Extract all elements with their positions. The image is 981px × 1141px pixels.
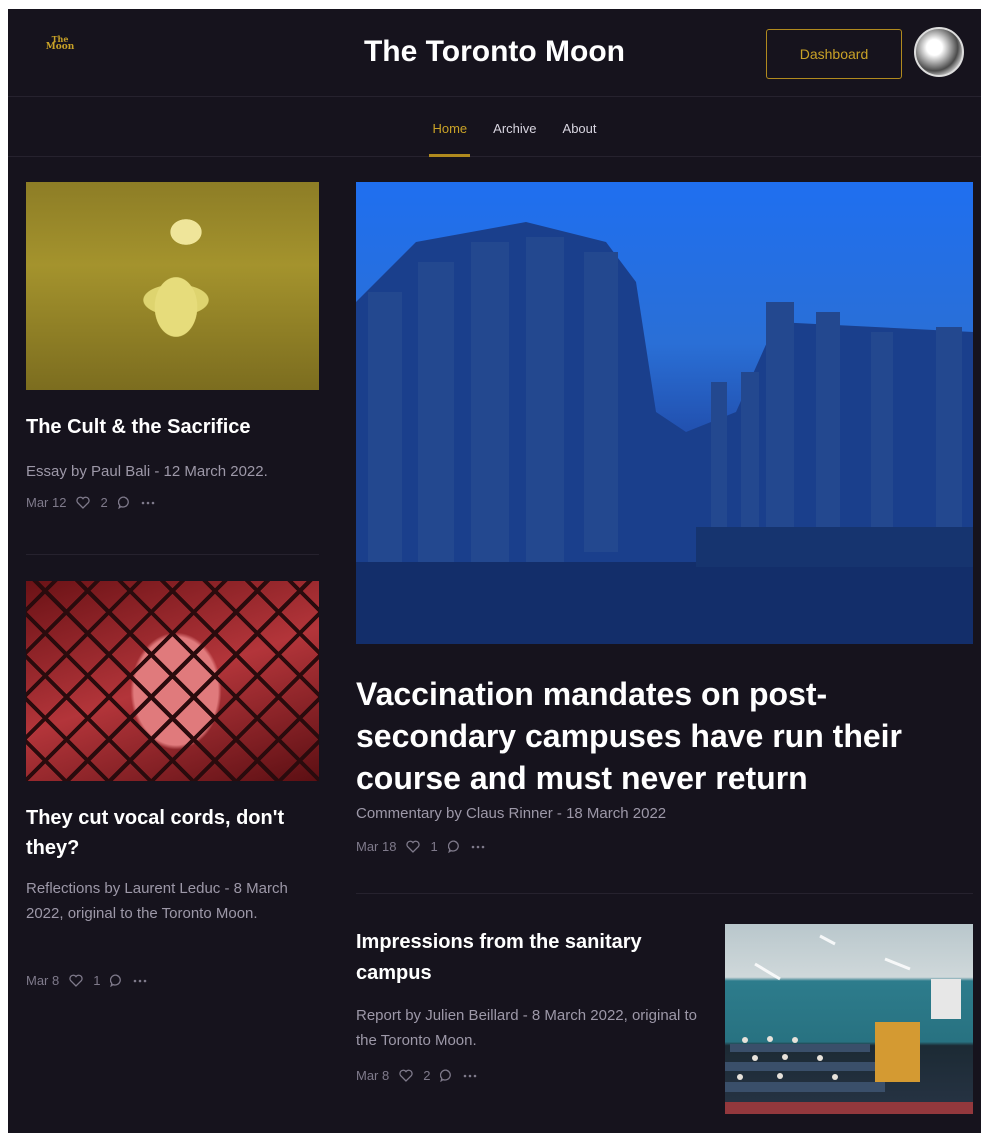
divider: [356, 893, 973, 894]
post-meta: Mar 8 1: [26, 973, 147, 988]
heart-icon[interactable]: [76, 496, 91, 509]
post-image-lamb[interactable]: [26, 182, 319, 390]
post-title[interactable]: Impressions from the sanitary campus: [356, 927, 706, 989]
post-image-temple[interactable]: [356, 182, 973, 644]
post-date: Mar 18: [356, 839, 397, 854]
lecture-hall-illustration: [725, 934, 973, 1114]
post-meta: Mar 8 2: [356, 1068, 477, 1083]
post-subtitle: Essay by Paul Bali - 12 March 2022.: [26, 463, 268, 480]
post-date: Mar 8: [356, 1068, 390, 1083]
like-count: 1: [93, 973, 101, 988]
nav-home[interactable]: Home: [429, 97, 470, 157]
heart-icon[interactable]: [399, 1069, 413, 1082]
like-count: 1: [430, 839, 438, 854]
heart-icon[interactable]: [69, 974, 83, 987]
post-image-chicken[interactable]: [26, 581, 319, 781]
post-image-lecture-hall[interactable]: [725, 924, 973, 1114]
comment-icon[interactable]: [110, 974, 123, 987]
more-icon[interactable]: [133, 979, 147, 983]
nav-archive[interactable]: Archive: [493, 97, 536, 157]
site-header: The Moon The Toronto Moon Dashboard: [8, 9, 981, 97]
heart-icon[interactable]: [406, 840, 421, 853]
post-date: Mar 8: [26, 973, 60, 988]
more-icon[interactable]: [471, 845, 485, 849]
post-subtitle: Commentary by Claus Rinner - 18 March 20…: [356, 805, 667, 822]
post-date: Mar 12: [26, 495, 67, 510]
divider: [26, 554, 319, 555]
user-avatar[interactable]: [914, 27, 964, 77]
post-title[interactable]: They cut vocal cords, don't they?: [26, 803, 286, 863]
post-subtitle: Reflections by Laurent Leduc - 8 March 2…: [26, 880, 288, 922]
post-subtitle: Report by Julien Beillard - 8 March 2022…: [356, 1007, 698, 1049]
page-frame: The Moon The Toronto Moon Dashboard Home…: [8, 9, 981, 1133]
post-title[interactable]: The Cult & the Sacrifice: [26, 413, 326, 441]
dashboard-button[interactable]: Dashboard: [766, 29, 902, 79]
main-nav: Home Archive About: [8, 97, 981, 157]
more-icon[interactable]: [463, 1074, 477, 1078]
more-icon[interactable]: [141, 501, 155, 505]
post-meta: Mar 12 2: [26, 495, 155, 510]
comment-icon[interactable]: [447, 840, 461, 853]
comment-icon[interactable]: [117, 496, 131, 509]
comment-icon[interactable]: [440, 1069, 453, 1082]
temple-illustration: [356, 222, 973, 644]
post-meta: Mar 18 1: [356, 839, 485, 854]
like-count: 2: [423, 1068, 431, 1083]
nav-about[interactable]: About: [563, 97, 597, 157]
like-count: 2: [100, 495, 108, 510]
featured-post-title[interactable]: Vaccination mandates on post-secondary c…: [356, 673, 956, 799]
